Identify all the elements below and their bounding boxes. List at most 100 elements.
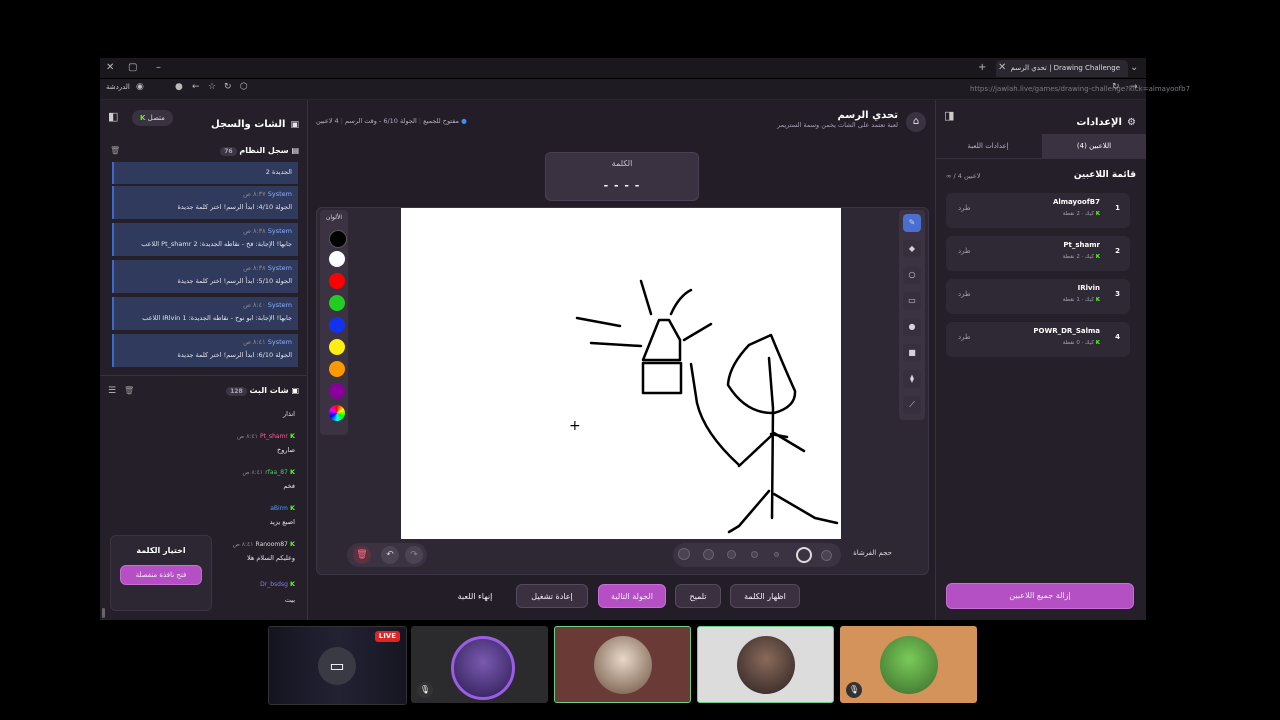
open-window-button[interactable]: فتح نافذة منفصلة xyxy=(120,565,202,585)
back-icon[interactable]: ← xyxy=(192,77,200,97)
clear-chat-icon[interactable]: 🗑 xyxy=(124,386,134,395)
trash-icon[interactable]: 🗑 xyxy=(110,146,120,155)
log-sender: ٨:٣٨ ص System xyxy=(243,264,292,272)
eraser-icon[interactable]: ◆ xyxy=(903,240,921,258)
brush-size-xs[interactable] xyxy=(774,552,779,557)
brush-size-xl[interactable] xyxy=(678,548,690,560)
chat-message-header: Dr_bsdsg K xyxy=(260,580,295,588)
collapse-panel-icon[interactable]: ◧ xyxy=(108,110,118,123)
undo-icon[interactable]: ↶ xyxy=(381,546,399,564)
tab-list-icon[interactable]: ⌄ xyxy=(1130,58,1138,78)
redo-icon[interactable]: ↷ xyxy=(405,546,423,564)
favorite-icon[interactable]: ☆ xyxy=(208,77,216,97)
fill-bucket-icon[interactable]: ⧫ xyxy=(903,370,921,388)
filter-icon[interactable]: ☰ xyxy=(108,386,116,396)
log-entry: ٨:٤٠ ص System اللاعب IRlvin جابها! الإجا… xyxy=(112,297,298,330)
color-swatch-black[interactable] xyxy=(329,230,347,248)
log-entry: ٨:٣٧ ص System الجولة 4/10: ابدأ الرسم! ا… xyxy=(112,186,298,219)
home-icon[interactable]: ⌂ xyxy=(906,112,926,132)
chat-scrollbar[interactable] xyxy=(102,608,105,618)
color-swatch-blue[interactable] xyxy=(329,317,345,333)
brush-size-label: حجم الفرشاة xyxy=(853,549,892,557)
line-tool-icon[interactable]: ⟋ xyxy=(903,396,921,414)
rectangle-tool-icon[interactable]: ▭ xyxy=(903,292,921,310)
log-sender: ٨:٣٧ ص System xyxy=(243,190,292,198)
tab-close-icon[interactable]: ✕ xyxy=(998,58,1006,78)
brush-size-l[interactable] xyxy=(703,549,714,560)
chat-username[interactable]: aBirm xyxy=(270,505,288,512)
live-chat-header: 128 شات البث ▣ xyxy=(226,386,299,396)
minimize-icon[interactable]: – xyxy=(156,58,161,78)
chat-time: ٨:٤١ ص xyxy=(242,469,264,476)
log-time: ٨:٣٨ ص xyxy=(243,264,266,272)
kick-player-button[interactable]: طرد xyxy=(958,333,971,341)
filled-rectangle-icon[interactable]: ■ xyxy=(903,344,921,362)
chat-username[interactable]: Dr_bsdsg xyxy=(260,581,288,588)
custom-color-picker[interactable] xyxy=(329,405,345,421)
address-bar: الدردشة ◉ ● ← ☆ ↻ ⬡ https://jawlah.live/… xyxy=(100,77,1190,100)
muted-mic-icon: 🎙 xyxy=(846,682,862,698)
word-label: الكلمة xyxy=(611,159,633,168)
pencil-icon[interactable]: ✎ xyxy=(903,214,921,232)
participant-tile[interactable] xyxy=(554,626,691,703)
screen-share-tile[interactable]: ▭ LIVE xyxy=(268,626,407,705)
kick-icon: K xyxy=(289,468,295,476)
sidebar-label[interactable]: الدردشة xyxy=(106,83,130,91)
log-sender: ٨:٤١ ص System xyxy=(243,338,292,346)
circle-tool-icon[interactable]: ○ xyxy=(903,266,921,284)
browser-tab[interactable]: تحدي الرسم | Drawing Challenge xyxy=(996,60,1128,77)
restart-button[interactable]: إعادة تشغيل xyxy=(516,584,588,608)
log-sender-name: System xyxy=(267,227,292,235)
chat-username[interactable]: Ranoom87 xyxy=(256,541,288,548)
chat-username[interactable]: rfaa_87 xyxy=(265,469,288,476)
muted-mic-icon: 🎙 xyxy=(417,682,433,698)
color-swatch-yellow[interactable] xyxy=(329,339,345,355)
close-icon[interactable]: ✕ xyxy=(106,58,114,78)
kick-icon: K xyxy=(1095,211,1100,217)
chat-username[interactable]: Pt_shamr xyxy=(260,433,288,440)
kick-player-button[interactable]: طرد xyxy=(958,247,971,255)
forward-icon[interactable]: → xyxy=(1130,77,1138,97)
end-game-button[interactable]: إنهاء اللعبة xyxy=(444,584,506,608)
reload-icon[interactable]: ↻ xyxy=(1112,77,1120,97)
next-round-button[interactable]: الجولة التالية xyxy=(598,584,666,608)
avatar xyxy=(593,635,652,694)
restore-icon[interactable]: ▢ xyxy=(128,58,137,78)
tab-game-settings[interactable]: إعدادات اللعبة xyxy=(936,134,1040,158)
participant-tile[interactable] xyxy=(697,626,834,703)
avatar xyxy=(879,635,938,694)
log-sender: ٨:٤٠ ص System xyxy=(243,301,292,309)
profile-icon[interactable]: ● xyxy=(175,77,183,97)
color-swatch-purple[interactable] xyxy=(329,383,345,399)
tab-players[interactable]: اللاعبين (4) xyxy=(1042,134,1146,158)
kick-player-button[interactable]: طرد xyxy=(958,204,971,212)
new-tab-icon[interactable]: + xyxy=(978,58,986,78)
brush-size-m[interactable] xyxy=(727,550,736,559)
chat-time: ٨:٤١ ص xyxy=(232,541,254,548)
collapse-settings-icon[interactable]: ◨ xyxy=(944,109,954,122)
kick-player-button[interactable]: طرد xyxy=(958,290,971,298)
filled-circle-icon[interactable]: ● xyxy=(903,318,921,336)
drawing-canvas[interactable]: + xyxy=(401,208,841,539)
settings-tabs: اللاعبين (4) إعدادات اللعبة xyxy=(936,134,1146,159)
player-rank: 2 xyxy=(1115,247,1120,255)
brush-size-s[interactable] xyxy=(751,551,758,558)
extension-icon[interactable]: ⬡ xyxy=(240,77,248,97)
show-word-button[interactable]: اظهار الكلمة xyxy=(730,584,800,608)
color-swatch-orange[interactable] xyxy=(329,361,345,377)
participant-tile[interactable]: 🎙 xyxy=(840,626,977,703)
player-meta: كيك · 1 نقطة K xyxy=(1063,297,1100,303)
brush-size-xxs[interactable] xyxy=(821,550,832,561)
remove-all-players-button[interactable]: إزالة جميع اللاعبين xyxy=(946,583,1134,609)
log-text: الجولة 4/10: ابدأ الرسم! اختر كلمة جديدة xyxy=(177,203,292,211)
participant-tile[interactable]: 🎙 xyxy=(411,626,548,703)
hint-button[interactable]: تلميح xyxy=(675,584,721,608)
brush-size-selected[interactable] xyxy=(796,547,812,563)
color-swatch-red[interactable] xyxy=(329,273,345,289)
color-swatch-green[interactable] xyxy=(329,295,345,311)
clear-canvas-icon[interactable]: 🗑 xyxy=(353,546,371,564)
color-swatch-white[interactable] xyxy=(329,251,345,267)
refresh-ext-icon[interactable]: ↻ xyxy=(224,77,232,97)
chat-message-header: ٨:٤١ ص rfaa_87 K xyxy=(242,468,295,476)
url-field[interactable]: https://jawlah.live/games/drawing-challe… xyxy=(970,82,1200,96)
